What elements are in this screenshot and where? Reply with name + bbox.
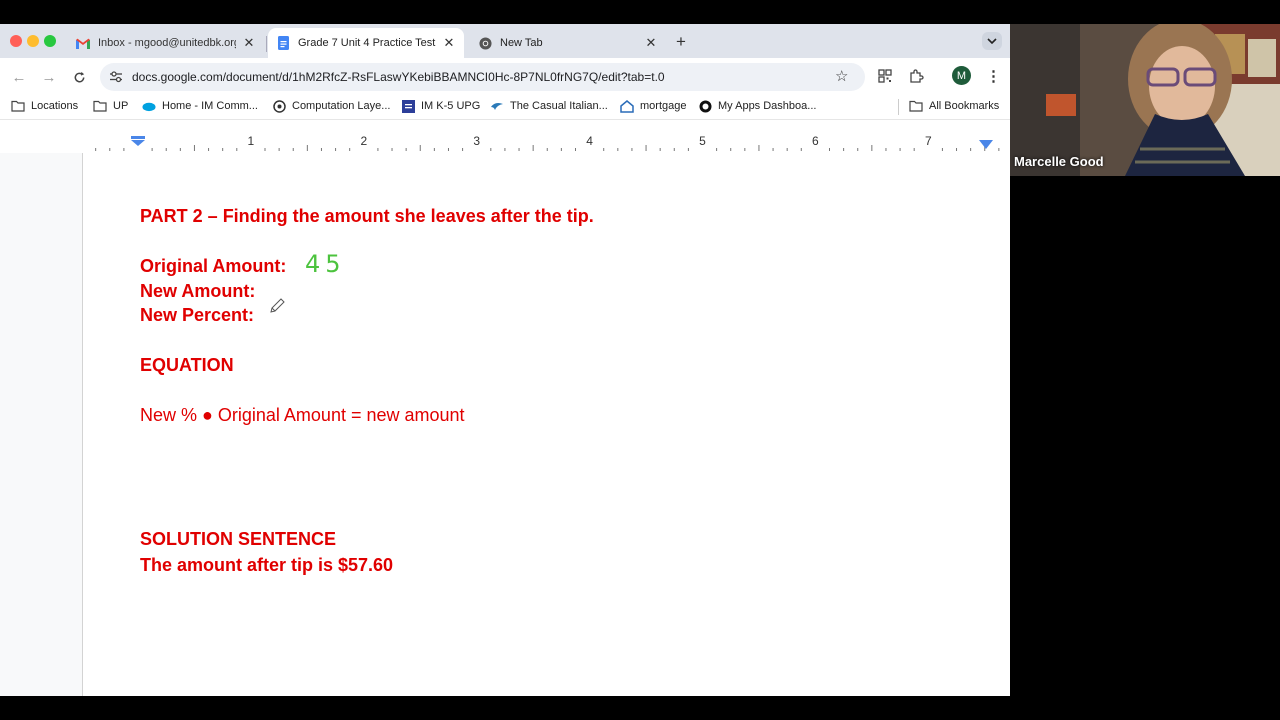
- im-icon: [401, 99, 415, 113]
- bookmark-casual-italian[interactable]: The Casual Italian...: [490, 99, 608, 113]
- tab-strip: Inbox - mgood@unitedbk.org ✕ Grade 7 Uni…: [0, 24, 1010, 58]
- bookmarks-bar: Locations UP Home - IM Comm... Computati…: [0, 95, 1010, 120]
- chrome-icon: [478, 36, 492, 50]
- bookmark-label: My Apps Dashboa...: [718, 100, 817, 112]
- tab-search-button[interactable]: [982, 32, 1002, 50]
- solution-sentence-heading: SOLUTION SENTENCE: [140, 529, 337, 549]
- bookmark-label: mortgage: [640, 100, 687, 112]
- handwritten-original-amount: 45: [305, 250, 346, 278]
- google-docs-icon: [276, 36, 290, 50]
- address-bar[interactable]: docs.google.com/document/d/1hM2RfcZ-RsFL…: [100, 63, 865, 91]
- bookmark-mortgage[interactable]: mortgage: [620, 99, 686, 113]
- folder-icon: [11, 99, 25, 113]
- tab-inbox[interactable]: Inbox - mgood@unitedbk.org ✕: [68, 28, 264, 58]
- ruler-ticks: 1 2 3 4 5 6 7: [0, 128, 1010, 152]
- bookmark-im-k5-upg[interactable]: IM K-5 UPG: [401, 99, 480, 113]
- pen-cursor-icon: [270, 298, 285, 313]
- tab-divider: [266, 36, 267, 52]
- tab-inbox-title: Inbox - mgood@unitedbk.org: [98, 37, 236, 49]
- bookmarks-divider: [898, 99, 899, 115]
- close-icon[interactable]: ✕: [442, 36, 456, 50]
- new-tab-plus-icon[interactable]: +: [676, 32, 686, 52]
- all-bookmarks-folder[interactable]: All Bookmarks: [909, 99, 999, 113]
- profile-avatar[interactable]: M: [952, 66, 971, 85]
- ruler-number: 1: [248, 134, 255, 148]
- ruler-number: 7: [925, 134, 932, 148]
- part-2-heading: PART 2 – Finding the amount she leaves a…: [140, 206, 594, 226]
- equation-heading: EQUATION: [140, 355, 234, 375]
- bookmark-my-apps-dashboard[interactable]: My Apps Dashboa...: [698, 99, 816, 113]
- bookmark-label: Home - IM Comm...: [162, 100, 258, 112]
- minimize-window-button[interactable]: [27, 35, 39, 47]
- ruler-number: 5: [699, 134, 706, 148]
- document-ruler[interactable]: 1 2 3 4 5 6 7: [0, 128, 1010, 152]
- gmail-icon: [76, 36, 90, 50]
- new-percent-label: New Percent:: [140, 305, 255, 325]
- ruler-number: 6: [812, 134, 819, 148]
- back-arrow-icon[interactable]: ←: [8, 66, 30, 88]
- document-page[interactable]: PART 2 – Finding the amount she leaves a…: [82, 153, 1010, 696]
- bookmark-label: IM K-5 UPG: [421, 100, 481, 112]
- bookmark-computation-layer[interactable]: Computation Laye...: [272, 99, 390, 113]
- webcam-feed: Marcelle Good: [1010, 24, 1280, 176]
- bookmark-label: Computation Laye...: [292, 100, 391, 112]
- more-options-icon[interactable]: ⋮: [986, 67, 1001, 85]
- maximize-window-button[interactable]: [44, 35, 56, 47]
- screen: Inbox - mgood@unitedbk.org ✕ Grade 7 Uni…: [0, 0, 1280, 720]
- tab-grade7-practice-test[interactable]: Grade 7 Unit 4 Practice Test ✕: [268, 28, 464, 58]
- bookmark-label: Locations: [31, 100, 79, 112]
- compass-icon: [272, 99, 286, 113]
- close-window-button[interactable]: [10, 35, 22, 47]
- close-icon[interactable]: ✕: [644, 36, 658, 50]
- ruler-number: 4: [586, 134, 593, 148]
- bookmark-home-im-comm[interactable]: Home - IM Comm...: [142, 99, 258, 113]
- chevron-down-icon: [987, 38, 997, 44]
- ruler-number: 3: [473, 134, 480, 148]
- bookmark-star-icon[interactable]: ☆: [835, 67, 848, 85]
- tab-new-tab[interactable]: New Tab ✕: [470, 28, 666, 58]
- bird-icon: [490, 99, 504, 113]
- qr-code-icon[interactable]: [878, 69, 892, 88]
- browser-toolbar: ← → docs.google.com/document/d/1hM2RfcZ-…: [0, 58, 1010, 95]
- folder-icon: [909, 99, 923, 113]
- original-amount-label: Original Amount:: [140, 256, 287, 276]
- site-settings-icon[interactable]: [109, 70, 123, 88]
- right-indent-marker-icon[interactable]: [979, 140, 993, 149]
- bookmark-up[interactable]: UP: [93, 99, 128, 113]
- salesforce-cloud-icon: [142, 99, 156, 113]
- extensions-puzzle-icon[interactable]: [908, 68, 924, 89]
- bookmark-label: The Casual Italian...: [510, 100, 608, 112]
- forward-arrow-icon[interactable]: →: [38, 66, 60, 88]
- reload-icon[interactable]: [68, 66, 90, 88]
- participant-name: Marcelle Good: [1014, 154, 1104, 169]
- new-amount-label: New Amount:: [140, 281, 256, 301]
- solution-sentence-text: The amount after tip is $57.60: [140, 555, 394, 575]
- tab-new-tab-title: New Tab: [500, 37, 543, 49]
- house-icon: [620, 99, 634, 113]
- document-canvas: PART 2 – Finding the amount she leaves a…: [0, 153, 1010, 696]
- ruler-number: 2: [360, 134, 367, 148]
- bookmark-locations[interactable]: Locations: [11, 99, 78, 113]
- okta-icon: [698, 99, 712, 113]
- close-icon[interactable]: ✕: [242, 36, 256, 50]
- left-indent-marker-icon[interactable]: [131, 136, 145, 146]
- browser-window: Inbox - mgood@unitedbk.org ✕ Grade 7 Uni…: [0, 24, 1010, 696]
- bookmark-label: UP: [113, 100, 129, 112]
- all-bookmarks-label: All Bookmarks: [929, 100, 1000, 112]
- tab-grade7-title: Grade 7 Unit 4 Practice Test: [298, 37, 436, 49]
- folder-icon: [93, 99, 107, 113]
- equation-text: New % ● Original Amount = new amount: [140, 405, 465, 425]
- url-text: docs.google.com/document/d/1hM2RfcZ-RsFL…: [132, 70, 665, 84]
